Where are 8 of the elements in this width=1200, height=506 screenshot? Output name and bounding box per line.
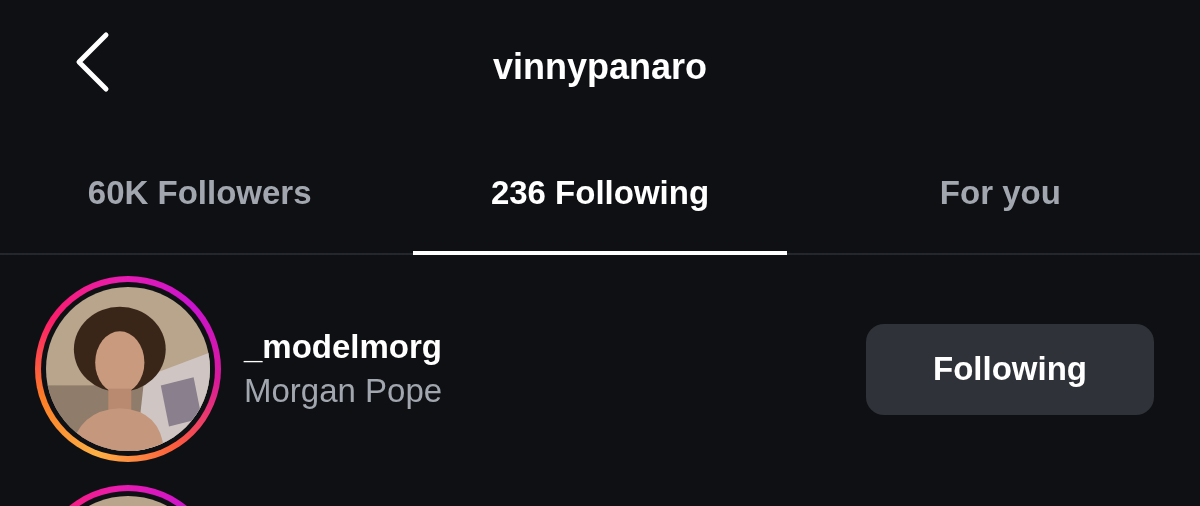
tab[interactable]: For you bbox=[813, 135, 1187, 255]
tab[interactable]: 236 Following bbox=[413, 135, 787, 255]
profile-username: vinnypanaro bbox=[492, 45, 708, 88]
account-username[interactable]: _modelmorg bbox=[244, 328, 866, 366]
account-name: Morgan Pope bbox=[244, 372, 444, 410]
tab[interactable]: 60K Followers bbox=[13, 135, 387, 255]
back-icon[interactable] bbox=[74, 31, 110, 93]
following-button[interactable]: Following bbox=[866, 323, 1154, 415]
